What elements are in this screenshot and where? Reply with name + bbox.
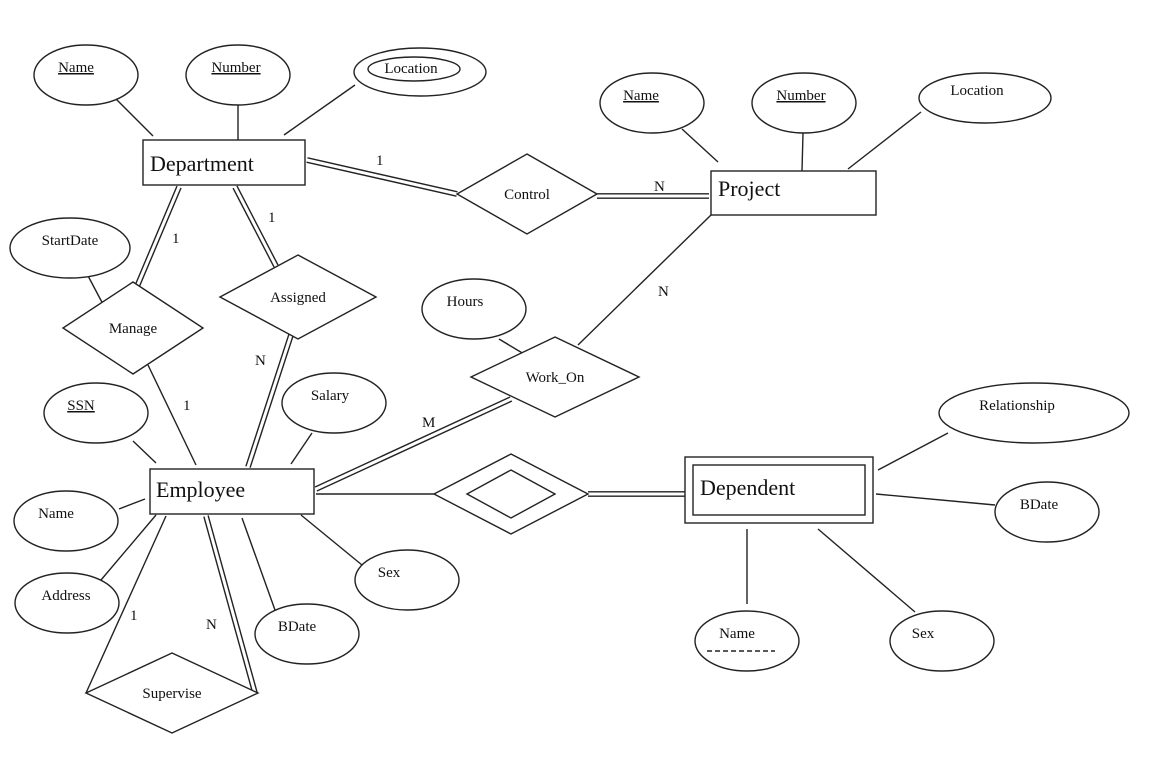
attribute-dept-number[interactable]: Number — [185, 44, 291, 106]
attribute-link-emp-salary — [290, 432, 313, 465]
attribute-label: BDate — [278, 619, 317, 635]
attribute-label: Name — [58, 60, 94, 76]
attribute-emp-name[interactable]: Name — [13, 490, 119, 552]
relationship-label: Manage — [109, 321, 158, 337]
participation-edge-emp-supervise-n — [203, 515, 258, 694]
entity-employee[interactable]: Employee — [149, 468, 315, 515]
cardinality-label-workon-emp: M — [422, 415, 435, 431]
cardinality-label-emp-supervise-n: N — [206, 617, 217, 633]
attribute-label: Salary — [311, 388, 350, 404]
entity-label: Department — [150, 151, 254, 176]
cardinality-label-manage-emp: 1 — [183, 398, 191, 414]
attribute-label: Location — [950, 83, 1004, 99]
attribute-emp-salary[interactable]: Salary — [281, 372, 387, 434]
attribute-label: Name — [38, 506, 74, 522]
entity-label: Dependent — [700, 475, 795, 500]
attribute-dep-bdate[interactable]: BDate — [994, 481, 1100, 543]
relationship-manage[interactable]: Manage — [61, 281, 205, 375]
attribute-hours[interactable]: Hours — [421, 278, 527, 340]
attribute-label: Sex — [912, 626, 935, 642]
participation-edge-dept-assigned — [232, 185, 279, 268]
relationship-dependents-of[interactable] — [432, 453, 590, 535]
cardinality-label-dept-assigned: 1 — [268, 210, 276, 226]
attribute-dep-sex[interactable]: Sex — [889, 610, 995, 672]
attribute-emp-ssn[interactable]: SSN — [43, 382, 149, 444]
attribute-label: Sex — [378, 565, 401, 581]
attribute-link-dept-location — [283, 84, 356, 136]
entity-label: Employee — [156, 477, 245, 502]
attribute-proj-location[interactable]: Location — [918, 72, 1052, 124]
cardinality-label-dept-control: 1 — [376, 153, 384, 169]
entity-dependent[interactable]: Dependent — [684, 456, 874, 524]
cardinality-label-assigned-emp: N — [255, 353, 266, 369]
attribute-link-emp-sex — [300, 514, 363, 566]
entity-department[interactable]: Department — [142, 139, 306, 186]
attribute-label: Name — [719, 626, 755, 642]
relationship-assigned[interactable]: Assigned — [218, 254, 378, 340]
participation-edge-control-proj — [597, 193, 709, 199]
attribute-label: Address — [41, 588, 90, 604]
attribute-emp-address[interactable]: Address — [14, 572, 120, 634]
participation-edge-depof-dep — [588, 491, 685, 497]
relationship-supervise[interactable]: Supervise — [84, 652, 260, 734]
attribute-dept-location[interactable]: Location — [353, 47, 487, 97]
attribute-link-proj-name — [681, 128, 719, 163]
attribute-label: BDate — [1020, 497, 1059, 513]
attribute-label: Relationship — [979, 398, 1055, 414]
attribute-link-proj-location — [847, 111, 922, 170]
cardinality-label-control-proj: N — [654, 179, 665, 195]
attribute-label: Hours — [447, 294, 484, 310]
attribute-dep-relationship[interactable]: Relationship — [938, 382, 1130, 444]
cardinality-label-emp-supervise-1: 1 — [130, 608, 138, 624]
relationship-label: Control — [504, 187, 550, 203]
attribute-label: SSN — [67, 398, 95, 414]
attribute-proj-name[interactable]: Name — [599, 72, 705, 134]
attribute-label: Location — [384, 61, 438, 77]
attribute-link-hours — [498, 338, 525, 355]
attribute-dept-name[interactable]: Name — [33, 44, 139, 106]
attribute-emp-sex[interactable]: Sex — [354, 549, 460, 611]
attribute-link-emp-ssn — [132, 440, 157, 464]
cardinality-label-dept-manage: 1 — [172, 231, 180, 247]
relationship-label: Supervise — [142, 686, 202, 702]
cardinality-label-proj-workon: N — [658, 284, 669, 300]
attribute-emp-bdate[interactable]: BDate — [254, 603, 360, 665]
attribute-link-emp-name — [118, 498, 146, 510]
attribute-label: StartDate — [42, 233, 99, 249]
relationship-label: Work_On — [526, 370, 585, 386]
attribute-link-proj-number — [801, 132, 804, 172]
attribute-proj-number[interactable]: Number — [751, 72, 857, 134]
attribute-startdate[interactable]: StartDate — [9, 217, 131, 279]
relationship-work-on[interactable]: Work_On — [469, 336, 641, 418]
attribute-link-dep-sex — [817, 528, 916, 613]
participation-edge-manage-emp — [147, 364, 197, 466]
nodes-layer: Department Project Employee Dependent Contro… — [9, 44, 1130, 734]
attribute-label: Name — [623, 88, 659, 104]
attribute-link-emp-bdate — [241, 517, 276, 611]
attribute-dep-name[interactable]: Name — [694, 610, 800, 672]
entity-project[interactable]: Project — [710, 170, 877, 216]
attribute-link-dep-bdate — [875, 493, 996, 506]
participation-edge-proj-workon — [577, 214, 712, 346]
relationship-label: Assigned — [270, 290, 326, 306]
attribute-link-dept-name — [115, 98, 154, 137]
relationship-control[interactable]: Control — [455, 153, 599, 235]
attribute-label: Number — [776, 88, 825, 104]
attribute-link-dep-relationship — [877, 432, 949, 471]
entity-label: Project — [718, 176, 780, 201]
er-diagram: Department Project Employee Dependent Contro… — [9, 44, 1130, 734]
attribute-label: Number — [211, 60, 260, 76]
